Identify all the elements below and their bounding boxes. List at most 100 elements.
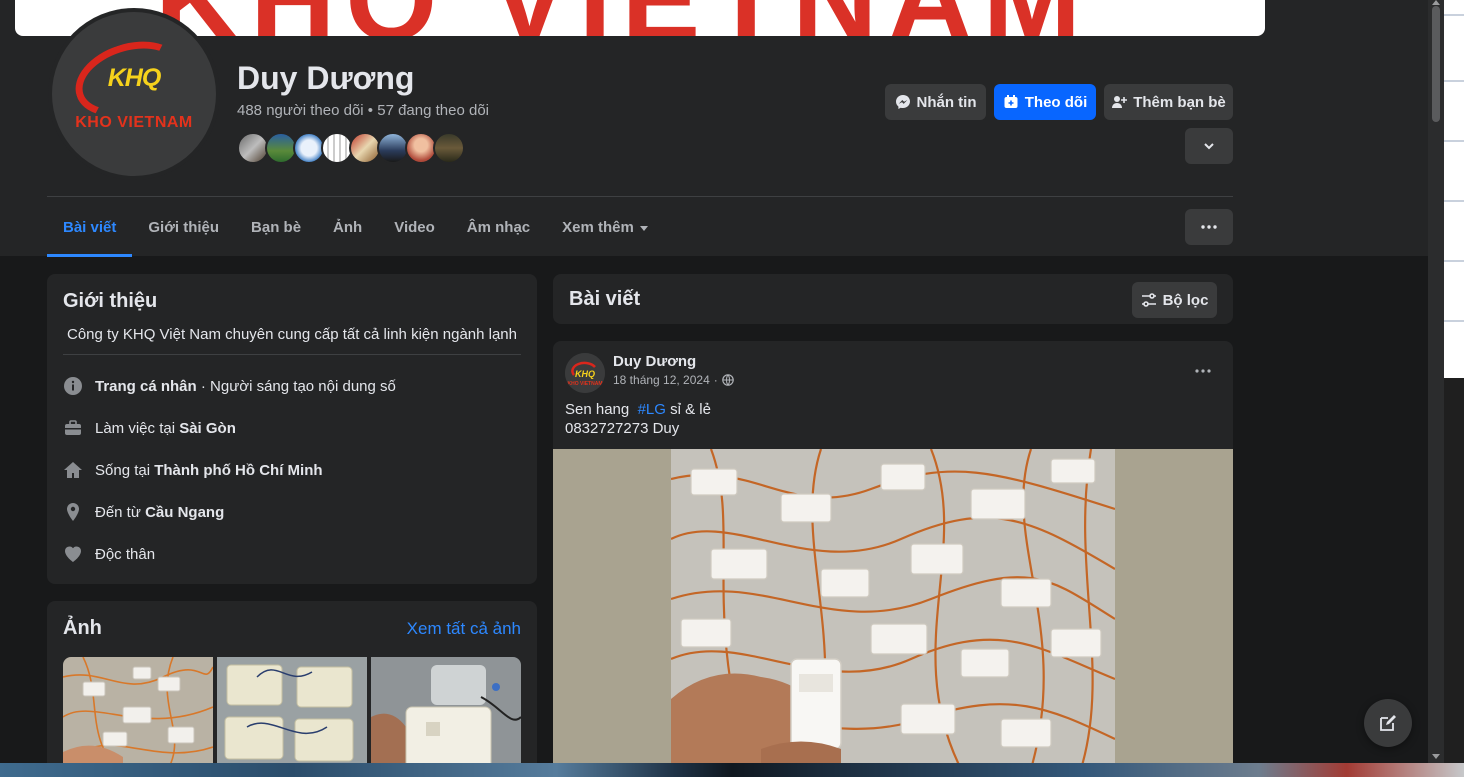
globe-icon <box>721 374 734 386</box>
filter-button-label: Bộ lọc <box>1162 291 1209 309</box>
post-card: KHQ KHO VIETNAM Duy Dương 18 tháng 12, 2… <box>553 341 1233 763</box>
caret-down-icon <box>639 225 648 231</box>
intro-item-text[interactable]: Sống tại Thành phố Hồ Chí Minh <box>95 462 323 479</box>
post-meta-separator: · <box>713 373 718 387</box>
profile-options-button[interactable] <box>1185 209 1233 245</box>
scroll-up-arrow-icon[interactable] <box>1432 0 1440 5</box>
message-button-label: Nhắn tin <box>916 93 977 111</box>
window-strip <box>1444 320 1464 322</box>
cover-text: KHQ VIETNAM <box>155 0 1091 36</box>
post-author-avatar[interactable]: KHQ KHO VIETNAM <box>565 353 605 393</box>
profile-name: Duy Dương <box>237 60 415 96</box>
intro-bio: Công ty KHQ Việt Nam chuyên cung cấp tất… <box>67 326 517 343</box>
intro-item-profile: Trang cá nhân · Người sáng tạo nội dung … <box>63 374 396 398</box>
see-all-photos-link[interactable]: Xem tất cả ảnh <box>407 619 521 639</box>
add-friend-button-label: Thêm bạn bè <box>1133 93 1226 111</box>
intro-title: Giới thiệu <box>63 290 158 312</box>
profile-tabs: Bài viết Giới thiệu Bạn bè Ảnh Video Âm … <box>47 197 664 257</box>
post-text-line2: 0832727273 Duy <box>565 420 680 437</box>
hashtag-link[interactable]: #LG <box>638 401 666 418</box>
facebook-profile-page: KHQ VIETNAM KHQ KHO VIETNAM Duy Dương 48… <box>0 0 1428 763</box>
photo-thumbnail[interactable] <box>371 657 521 763</box>
follow-button-label: Theo dõi <box>1024 93 1088 111</box>
post-options-button[interactable] <box>1189 359 1217 383</box>
new-message-button[interactable] <box>1364 699 1412 747</box>
intro-item-from: Đến từ Cầu Ngang <box>63 500 224 524</box>
compose-icon <box>1380 715 1396 731</box>
svg-text:KHO VIETNAM: KHO VIETNAM <box>568 381 603 387</box>
photo-thumbnail[interactable] <box>217 657 367 763</box>
filter-icon <box>1141 293 1156 307</box>
window-strip <box>1444 200 1464 202</box>
post-author-name[interactable]: Duy Dương <box>613 353 696 370</box>
tab-videos[interactable]: Video <box>378 197 451 257</box>
follower-avatar[interactable] <box>433 132 465 164</box>
tab-posts-label: Bài viết <box>63 218 117 236</box>
window-strip <box>1444 260 1464 262</box>
tab-music[interactable]: Âm nhạc <box>451 197 546 257</box>
tab-about-label: Giới thiệu <box>148 218 220 236</box>
location-pin-icon <box>63 502 83 522</box>
intro-divider <box>63 354 521 355</box>
post-text-line1: Sen hang #LG sỉ & lẻ <box>565 401 711 418</box>
tab-about[interactable]: Giới thiệu <box>132 197 235 257</box>
logo-main-text: KHQ <box>107 64 162 92</box>
tab-music-label: Âm nhạc <box>466 218 531 236</box>
window-strip <box>1444 80 1464 82</box>
add-friend-icon <box>1112 96 1128 108</box>
tab-posts[interactable]: Bài viết <box>47 197 133 257</box>
logo-sub-text: KHO VIETNAM <box>75 114 193 131</box>
more-actions-button[interactable] <box>1185 128 1233 164</box>
intro-item-relationship: Độc thân <box>63 542 155 566</box>
window-strip <box>1444 14 1464 16</box>
add-friend-button[interactable]: Thêm bạn bè <box>1104 84 1233 120</box>
background-window <box>1444 0 1464 763</box>
photo-thumbnail[interactable] <box>63 657 213 763</box>
intro-card: Giới thiệu Công ty KHQ Việt Nam chuyên c… <box>47 274 537 584</box>
svg-text:KHQ: KHQ <box>575 369 595 379</box>
page-scrollbar[interactable] <box>1428 0 1444 763</box>
profile-avatar[interactable]: KHQ KHO VIETNAM <box>48 8 220 180</box>
tab-friends-label: Bạn bè <box>251 218 302 236</box>
tab-photos-label: Ảnh <box>333 218 363 236</box>
taskbar[interactable] <box>0 763 1464 777</box>
messenger-icon <box>895 95 910 109</box>
intro-item-text[interactable]: Làm việc tại Sài Gòn <box>95 420 236 437</box>
photos-title: Ảnh <box>63 617 102 639</box>
posts-header-card: Bài viết Bộ lọc <box>553 274 1233 324</box>
info-icon <box>63 376 83 396</box>
intro-item-work: Làm việc tại Sài Gòn <box>63 416 236 440</box>
post-photo-container[interactable] <box>553 449 1233 763</box>
post-date[interactable]: 18 tháng 12, 2024 <box>613 373 710 387</box>
intro-item-text: Độc thân <box>95 545 156 563</box>
avatar-logo: KHQ KHO VIETNAM <box>52 12 216 176</box>
post-text: Sen hang #LG sỉ & lẻ 0832727273 Duy <box>565 400 711 438</box>
intro-item-text[interactable]: Đến từ Cầu Ngang <box>95 504 224 521</box>
heart-icon <box>63 544 83 564</box>
background-window-dark-area <box>1444 378 1464 763</box>
intro-item-text[interactable]: Trang cá nhân · Người sáng tạo nội dung … <box>95 378 396 395</box>
scrollbar-thumb[interactable] <box>1432 6 1440 122</box>
briefcase-icon <box>63 418 83 438</box>
post-meta: 18 tháng 12, 2024 · <box>613 373 734 387</box>
post-photo[interactable] <box>670 449 1116 763</box>
photos-card: Ảnh Xem tất cả ảnh <box>47 601 537 763</box>
follower-avatars[interactable] <box>237 132 465 164</box>
tab-videos-label: Video <box>394 218 435 236</box>
tab-photos[interactable]: Ảnh <box>317 197 378 257</box>
profile-header: KHQ VIETNAM KHQ KHO VIETNAM Duy Dương 48… <box>0 0 1428 257</box>
window-strip <box>1444 140 1464 142</box>
scroll-down-arrow-icon[interactable] <box>1432 754 1440 759</box>
intro-item-lives: Sống tại Thành phố Hồ Chí Minh <box>63 458 323 482</box>
message-button[interactable]: Nhắn tin <box>885 84 986 120</box>
more-dots-icon <box>1201 225 1217 229</box>
more-dots-icon <box>1195 369 1211 373</box>
chevron-down-icon <box>1204 143 1214 150</box>
tab-friends[interactable]: Bạn bè <box>235 197 317 257</box>
tab-more[interactable]: Xem thêm <box>546 197 664 257</box>
follow-stats[interactable]: 488 người theo dõi • 57 đang theo dõi <box>237 102 489 119</box>
follow-button[interactable]: Theo dõi <box>994 84 1096 120</box>
cover-photo[interactable]: KHQ VIETNAM <box>15 0 1265 36</box>
tab-more-label: Xem thêm <box>562 218 634 236</box>
filter-button[interactable]: Bộ lọc <box>1132 282 1217 318</box>
